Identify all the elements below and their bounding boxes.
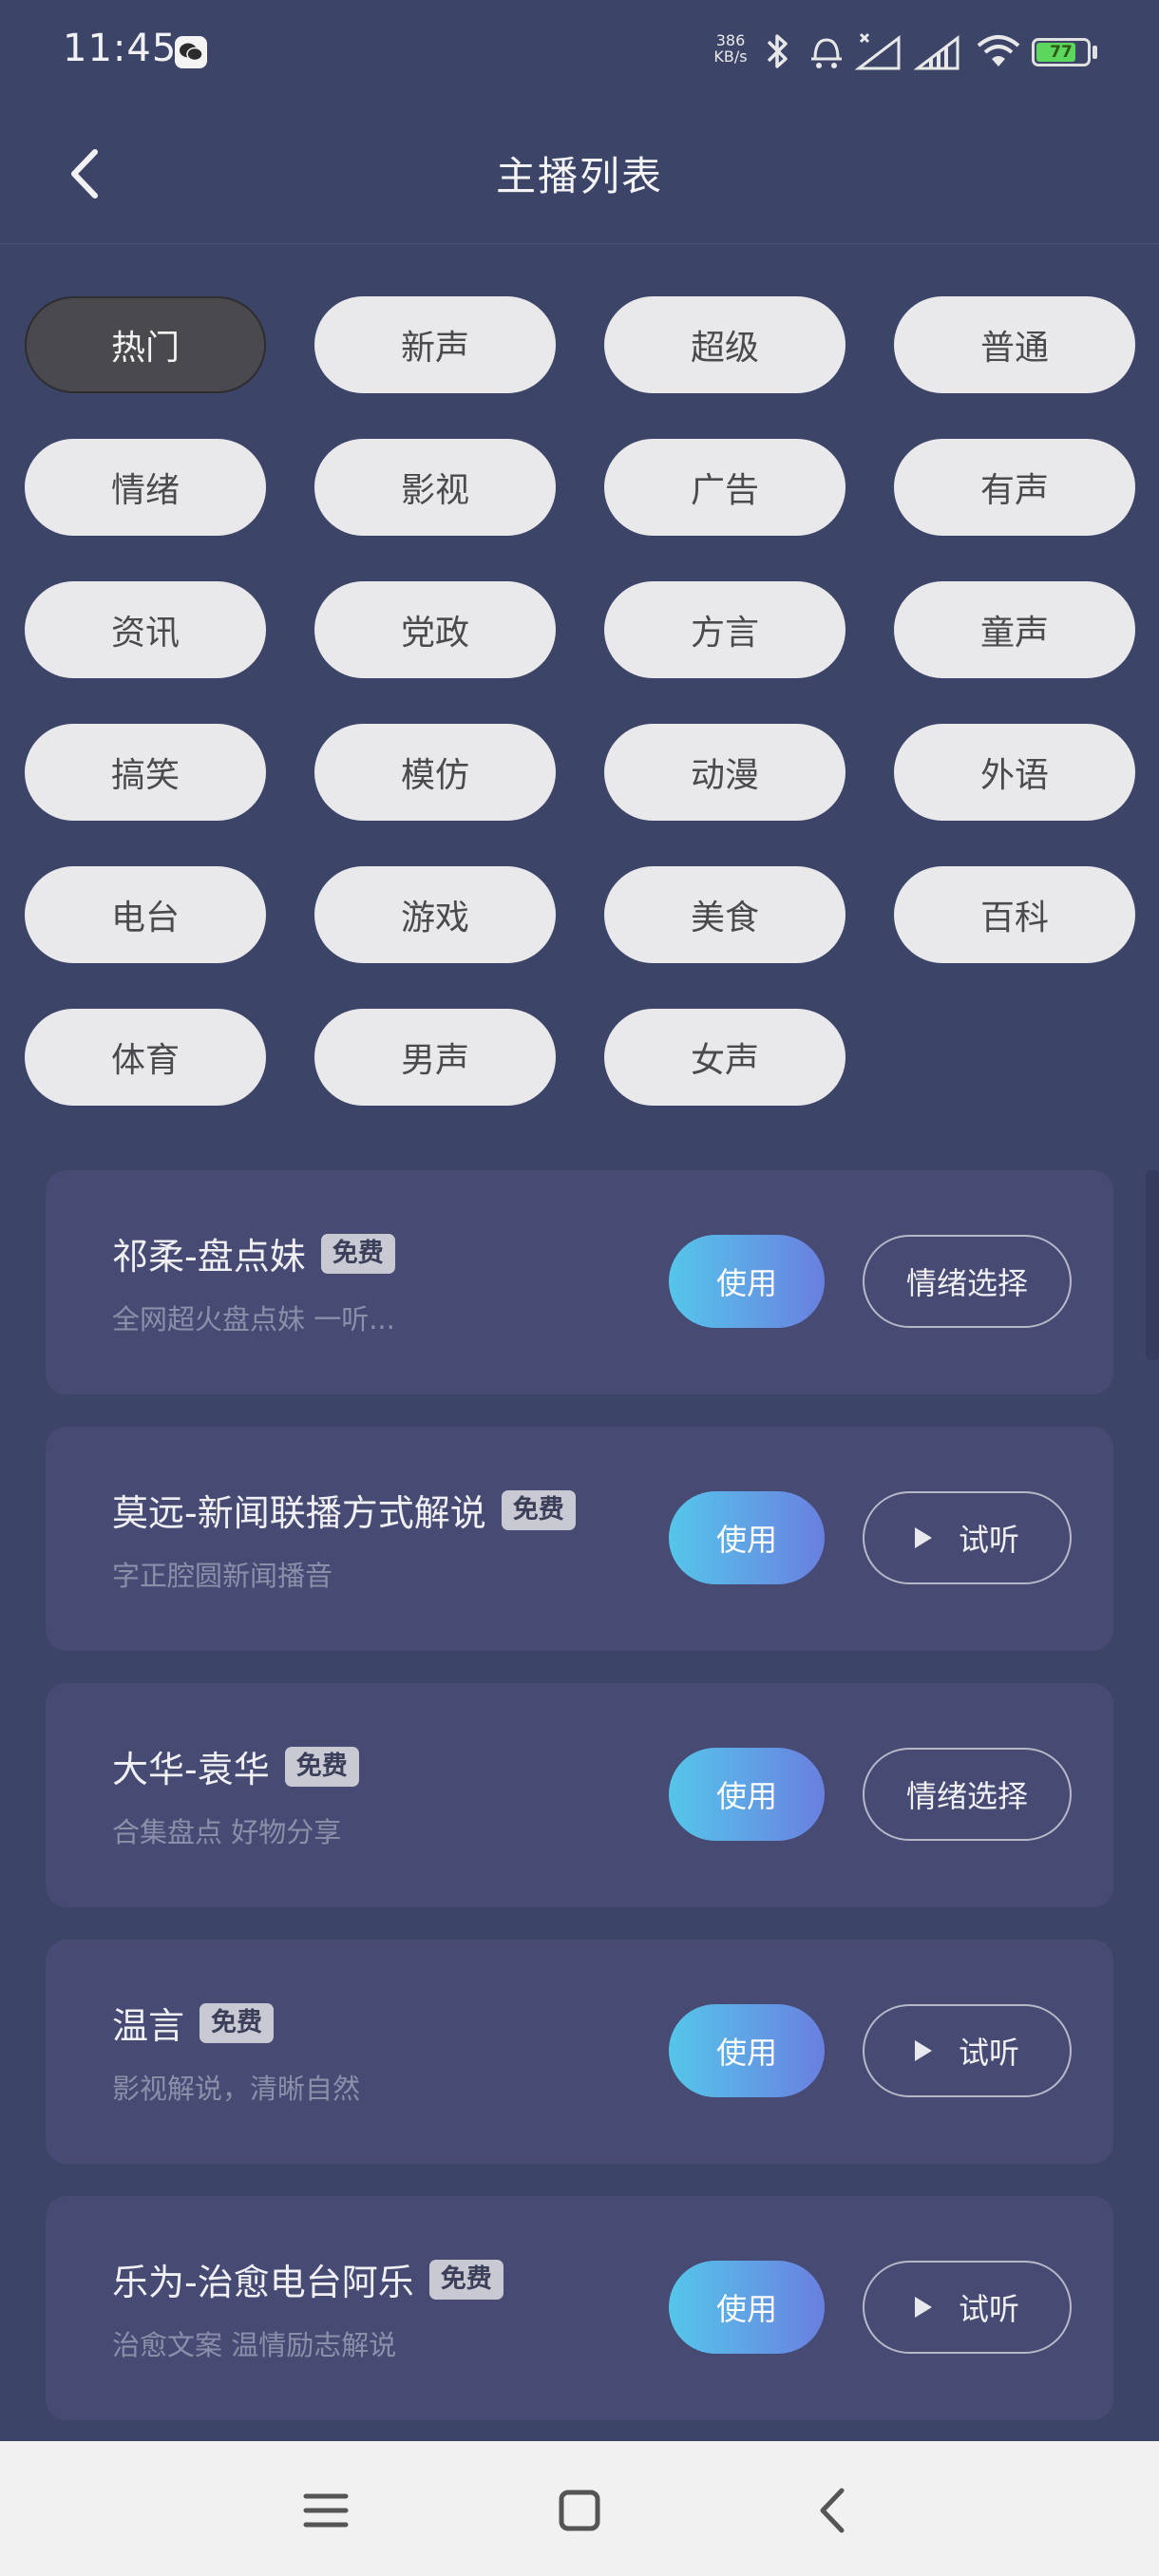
anchor-name-row: 大华-袁华 免费 [112,1740,359,1792]
category-chip[interactable]: 百科 [894,866,1135,963]
anchor-description: 影视解说，清晰自然 [112,2073,361,2105]
anchor-name: 大华-袁华 [112,1749,270,1790]
anchor-description: 治愈文案 温情励志解说 [112,2329,397,2361]
preview-button[interactable]: 试听 [863,2004,1072,2097]
action-label: 试听 [958,1522,1019,1558]
menu-button[interactable] [293,2477,359,2544]
category-chip[interactable]: 女声 [604,1009,846,1106]
header: 主播列表 [0,104,1159,244]
category-chip[interactable]: 电台 [25,866,266,963]
category-chip[interactable]: 外语 [894,724,1135,821]
anchor-name-row: 祁柔-盘点妹 免费 [112,1227,395,1279]
anchor-name-row: 温言 免费 [112,1997,275,2049]
signal-icon [914,34,960,70]
use-button[interactable]: 使用 [669,1235,825,1328]
signal-icon [855,32,901,70]
free-badge: 免费 [501,1489,576,1530]
anchor-name-row: 莫远-新闻联播方式解说 免费 [112,1484,576,1536]
battery-cap [1092,46,1097,59]
category-chip[interactable]: 影视 [314,439,556,536]
preview-button[interactable]: 试听 [863,2261,1072,2354]
emotion-select-button[interactable]: 情绪选择 [863,1235,1072,1328]
use-button[interactable]: 使用 [669,1491,825,1584]
anchor-name: 莫远-新闻联播方式解说 [112,1492,486,1534]
anchor-name: 温言 [112,2005,185,2047]
category-chip[interactable]: 广告 [604,439,846,536]
battery-icon: 77 [1032,38,1091,66]
category-chip[interactable]: 热门 [25,296,266,393]
category-chip[interactable]: 动漫 [604,724,846,821]
category-chip[interactable]: 搞笑 [25,724,266,821]
preview-button[interactable]: 试听 [863,1491,1072,1584]
home-icon [559,2490,600,2531]
back-icon [820,2488,845,2533]
wechat-icon [175,36,207,68]
free-badge: 免费 [428,2259,504,2300]
category-chip[interactable]: 男声 [314,1009,556,1106]
network-speed-unit: KB/s [713,47,748,66]
free-badge: 免费 [284,1746,359,1787]
network-speed: 386 KB/s [707,32,754,65]
anchor-name-row: 乐为-治愈电台阿乐 免费 [112,2253,504,2305]
bluetooth-icon [767,34,788,68]
anchor-card: 温言 免费影视解说，清晰自然 使用 试听 [46,1940,1113,2164]
status-bar: 11:45 386 KB/s 77 [0,0,1159,104]
anchor-card: 乐为-治愈电台阿乐 免费 治愈文案 温情励志解说 使用 试听 [46,2196,1113,2420]
play-icon [914,2040,932,2061]
category-chip[interactable]: 美食 [604,866,846,963]
category-chip[interactable]: 童声 [894,581,1135,678]
anchor-name: 祁柔-盘点妹 [112,1236,306,1278]
play-icon [914,2297,932,2318]
category-chip[interactable]: 游戏 [314,866,556,963]
category-chip[interactable]: 超级 [604,296,846,393]
use-button[interactable]: 使用 [669,1748,825,1841]
menu-icon [303,2493,349,2528]
emotion-select-button[interactable]: 情绪选择 [863,1748,1072,1841]
category-chip[interactable]: 资讯 [25,581,266,678]
category-chip[interactable]: 普通 [894,296,1135,393]
anchor-description: 全网超火盘点妹 一听... [112,1303,395,1335]
battery-level: 77 [1050,43,1073,62]
status-time: 11:45 [63,27,178,70]
anchor-name: 乐为-治愈电台阿乐 [112,2262,414,2303]
wifi-icon [977,35,1020,66]
anchor-card: 莫远-新闻联播方式解说 免费字正腔圆新闻播音 使用 试听 [46,1427,1113,1651]
use-button[interactable]: 使用 [669,2261,825,2354]
action-label: 试听 [958,2291,1019,2327]
category-chip[interactable]: 情绪 [25,439,266,536]
free-badge: 免费 [200,2002,275,2043]
category-chip[interactable]: 方言 [604,581,846,678]
action-label: 情绪选择 [905,1265,1028,1301]
navigation-bar [0,2441,1159,2576]
anchor-description: 合集盘点 好物分享 [112,1816,342,1848]
category-chip[interactable]: 模仿 [314,724,556,821]
anchor-card: 祁柔-盘点妹 免费全网超火盘点妹 一听... 使用 情绪选择 [46,1170,1113,1394]
page-title: 主播列表 [495,153,663,199]
play-icon [914,1527,932,1548]
anchor-card: 大华-袁华 免费合集盘点 好物分享 使用 情绪选择 [46,1683,1113,1907]
category-chip[interactable]: 有声 [894,439,1135,536]
alarm-icon [811,38,842,68]
free-badge: 免费 [320,1233,395,1274]
action-label: 情绪选择 [905,1778,1028,1814]
use-button[interactable]: 使用 [669,2004,825,2097]
network-speed-value: 386 [715,31,746,49]
category-chip[interactable]: 体育 [25,1009,266,1106]
scrollbar[interactable] [1146,1170,1159,1360]
category-chip[interactable]: 新声 [314,296,556,393]
action-label: 试听 [958,2035,1019,2071]
home-button[interactable] [546,2477,613,2544]
category-chip[interactable]: 党政 [314,581,556,678]
anchor-description: 字正腔圆新闻播音 [112,1560,333,1592]
nav-back-button[interactable] [800,2477,866,2544]
